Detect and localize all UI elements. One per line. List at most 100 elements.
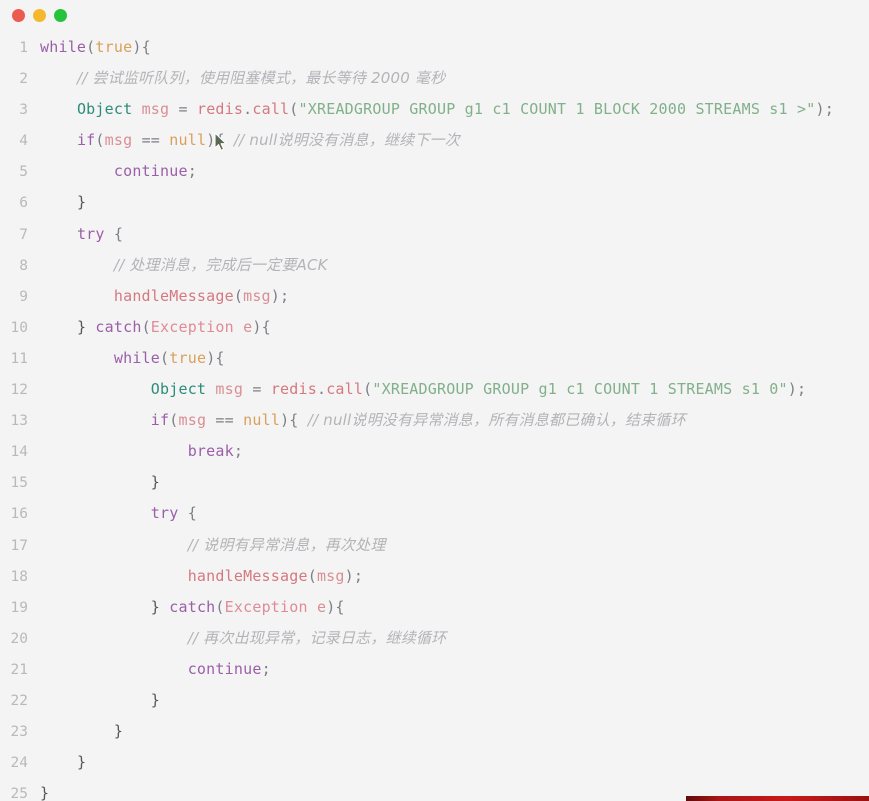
code-line-source[interactable]: } catch(Exception e){ <box>40 592 345 623</box>
code-line-source[interactable]: // 说明有异常消息，再次处理 <box>40 530 386 561</box>
token-punc: ( <box>86 38 96 56</box>
token-brace: } <box>76 317 87 336</box>
code-line[interactable]: 13 if(msg == null){ // null说明没有异常消息，所有消息… <box>0 405 869 436</box>
token-kw: continue <box>113 162 188 181</box>
code-line[interactable]: 10 } catch(Exception e){ <box>0 312 869 343</box>
line-number: 23 <box>10 724 28 741</box>
token-punc <box>308 598 317 616</box>
code-line[interactable]: 17 // 说明有异常消息，再次处理 <box>0 530 869 561</box>
code-line-source[interactable]: // 处理消息，完成后一定要ACK <box>40 250 328 281</box>
code-line[interactable]: 12 Object msg = redis.call("XREADGROUP G… <box>0 374 869 405</box>
code-line[interactable]: 8 // 处理消息，完成后一定要ACK <box>0 250 869 281</box>
code-line[interactable]: 5 continue; <box>0 156 869 187</box>
token-var: e <box>243 317 253 336</box>
token-brace: } <box>150 597 161 616</box>
code-line[interactable]: 4 if(msg == null){ // null说明没有消息，继续下一次 <box>0 125 869 156</box>
code-line[interactable]: 6 } <box>0 187 869 218</box>
token-punc: == <box>206 411 244 430</box>
close-window-button[interactable] <box>12 8 25 22</box>
line-number: 19 <box>10 599 28 616</box>
code-line-source[interactable]: while(true){ <box>40 32 151 63</box>
line-number: 1 <box>19 40 28 56</box>
token-punc <box>40 598 151 616</box>
token-punc <box>40 380 151 398</box>
token-punc: ); <box>270 286 290 305</box>
code-line-source[interactable]: } <box>40 685 160 716</box>
token-brace: } <box>113 722 124 741</box>
code-line[interactable]: 16 try { <box>0 498 869 529</box>
code-line-source[interactable]: while(true){ <box>40 343 225 374</box>
token-lit: null <box>169 131 207 150</box>
code-line[interactable]: 22 } <box>0 685 869 716</box>
token-kw: catch <box>169 597 216 616</box>
token-punc: ( <box>289 100 299 119</box>
token-var: e <box>316 597 327 616</box>
line-number: 14 <box>10 444 28 461</box>
code-line-source[interactable]: } <box>40 778 49 801</box>
line-number: 7 <box>19 226 28 243</box>
token-cmt: // 处理消息，完成后一定要ACK <box>113 255 328 274</box>
code-line[interactable]: 1 while(true){ <box>0 32 869 63</box>
line-number: 18 <box>10 568 28 585</box>
line-number: 8 <box>19 257 28 274</box>
token-punc: ( <box>141 317 151 336</box>
minimize-window-button[interactable] <box>33 8 46 22</box>
token-fn: handleMessage <box>113 286 234 305</box>
token-punc: { <box>104 224 124 243</box>
code-line-source[interactable]: try { <box>40 219 123 250</box>
code-line[interactable]: 23 } <box>0 716 869 747</box>
code-line-source[interactable]: } catch(Exception e){ <box>40 312 271 343</box>
code-line-source[interactable]: } <box>40 467 160 498</box>
code-line-source[interactable]: continue; <box>40 654 271 685</box>
token-kw: continue <box>187 659 262 678</box>
token-var: msg <box>178 411 207 430</box>
token-fn: handleMessage <box>187 566 308 585</box>
code-line-source[interactable]: continue; <box>40 156 197 187</box>
token-var: msg <box>104 131 133 150</box>
code-line-source[interactable]: handleMessage(msg); <box>40 561 363 592</box>
code-line-source[interactable]: Object msg = redis.call("XREADGROUP GROU… <box>40 374 806 405</box>
code-line[interactable]: 18 handleMessage(msg); <box>0 561 869 592</box>
code-line[interactable]: 15 } <box>0 467 869 498</box>
token-punc: ); <box>344 566 364 585</box>
code-line-source[interactable]: handleMessage(msg); <box>40 281 289 312</box>
line-number: 15 <box>10 475 28 492</box>
code-line[interactable]: 3 Object msg = redis.call("XREADGROUP GR… <box>0 94 869 125</box>
code-line[interactable]: 21 continue; <box>0 654 869 685</box>
code-line-source[interactable]: // 尝试监听队列，使用阻塞模式，最长等待 2000 毫秒 <box>40 63 445 94</box>
code-line[interactable]: 14 break; <box>0 436 869 467</box>
code-line-source[interactable]: Object msg = redis.call("XREADGROUP GROU… <box>40 94 834 125</box>
token-punc <box>40 473 151 491</box>
token-punc <box>40 722 114 740</box>
code-line-source[interactable]: } <box>40 716 123 747</box>
code-line[interactable]: 7 try { <box>0 219 869 250</box>
code-line-source[interactable]: break; <box>40 436 243 467</box>
token-punc: ){ <box>280 411 308 430</box>
code-line[interactable]: 24 } <box>0 747 869 778</box>
token-cls: Exception <box>150 317 234 336</box>
code-line-source[interactable]: // 再次出现异常，记录日志，继续循环 <box>40 623 446 654</box>
code-line[interactable]: 20 // 再次出现异常，记录日志，继续循环 <box>0 623 869 654</box>
code-line[interactable]: 2 // 尝试监听队列，使用阻塞模式，最长等待 2000 毫秒 <box>0 63 869 94</box>
token-brace: } <box>40 784 50 801</box>
token-punc: ; <box>261 659 271 678</box>
line-number: 20 <box>10 630 28 647</box>
code-line[interactable]: 9 handleMessage(msg); <box>0 281 869 312</box>
token-punc: ; <box>187 162 197 181</box>
token-punc <box>40 225 77 243</box>
window-titlebar <box>0 0 869 30</box>
maximize-window-button[interactable] <box>54 8 67 22</box>
watermark-banner <box>686 796 869 801</box>
token-punc <box>40 753 77 771</box>
code-line-source[interactable]: if(msg == null){ // null说明没有异常消息，所有消息都已确… <box>40 405 686 436</box>
code-line[interactable]: 11 while(true){ <box>0 343 869 374</box>
token-kw: while <box>113 348 161 367</box>
code-editor-content[interactable]: 1 while(true){2 // 尝试监听队列，使用阻塞模式，最长等待 200… <box>0 30 869 801</box>
code-line-source[interactable]: } <box>40 747 86 778</box>
code-line[interactable]: 19 } catch(Exception e){ <box>0 592 869 623</box>
code-line-source[interactable]: if(msg == null){ // null说明没有消息，继续下一次 <box>40 125 460 156</box>
token-punc: = <box>169 100 197 119</box>
code-line-source[interactable]: } <box>40 187 86 218</box>
code-line-source[interactable]: try { <box>40 498 197 529</box>
token-punc: ) <box>132 38 142 56</box>
